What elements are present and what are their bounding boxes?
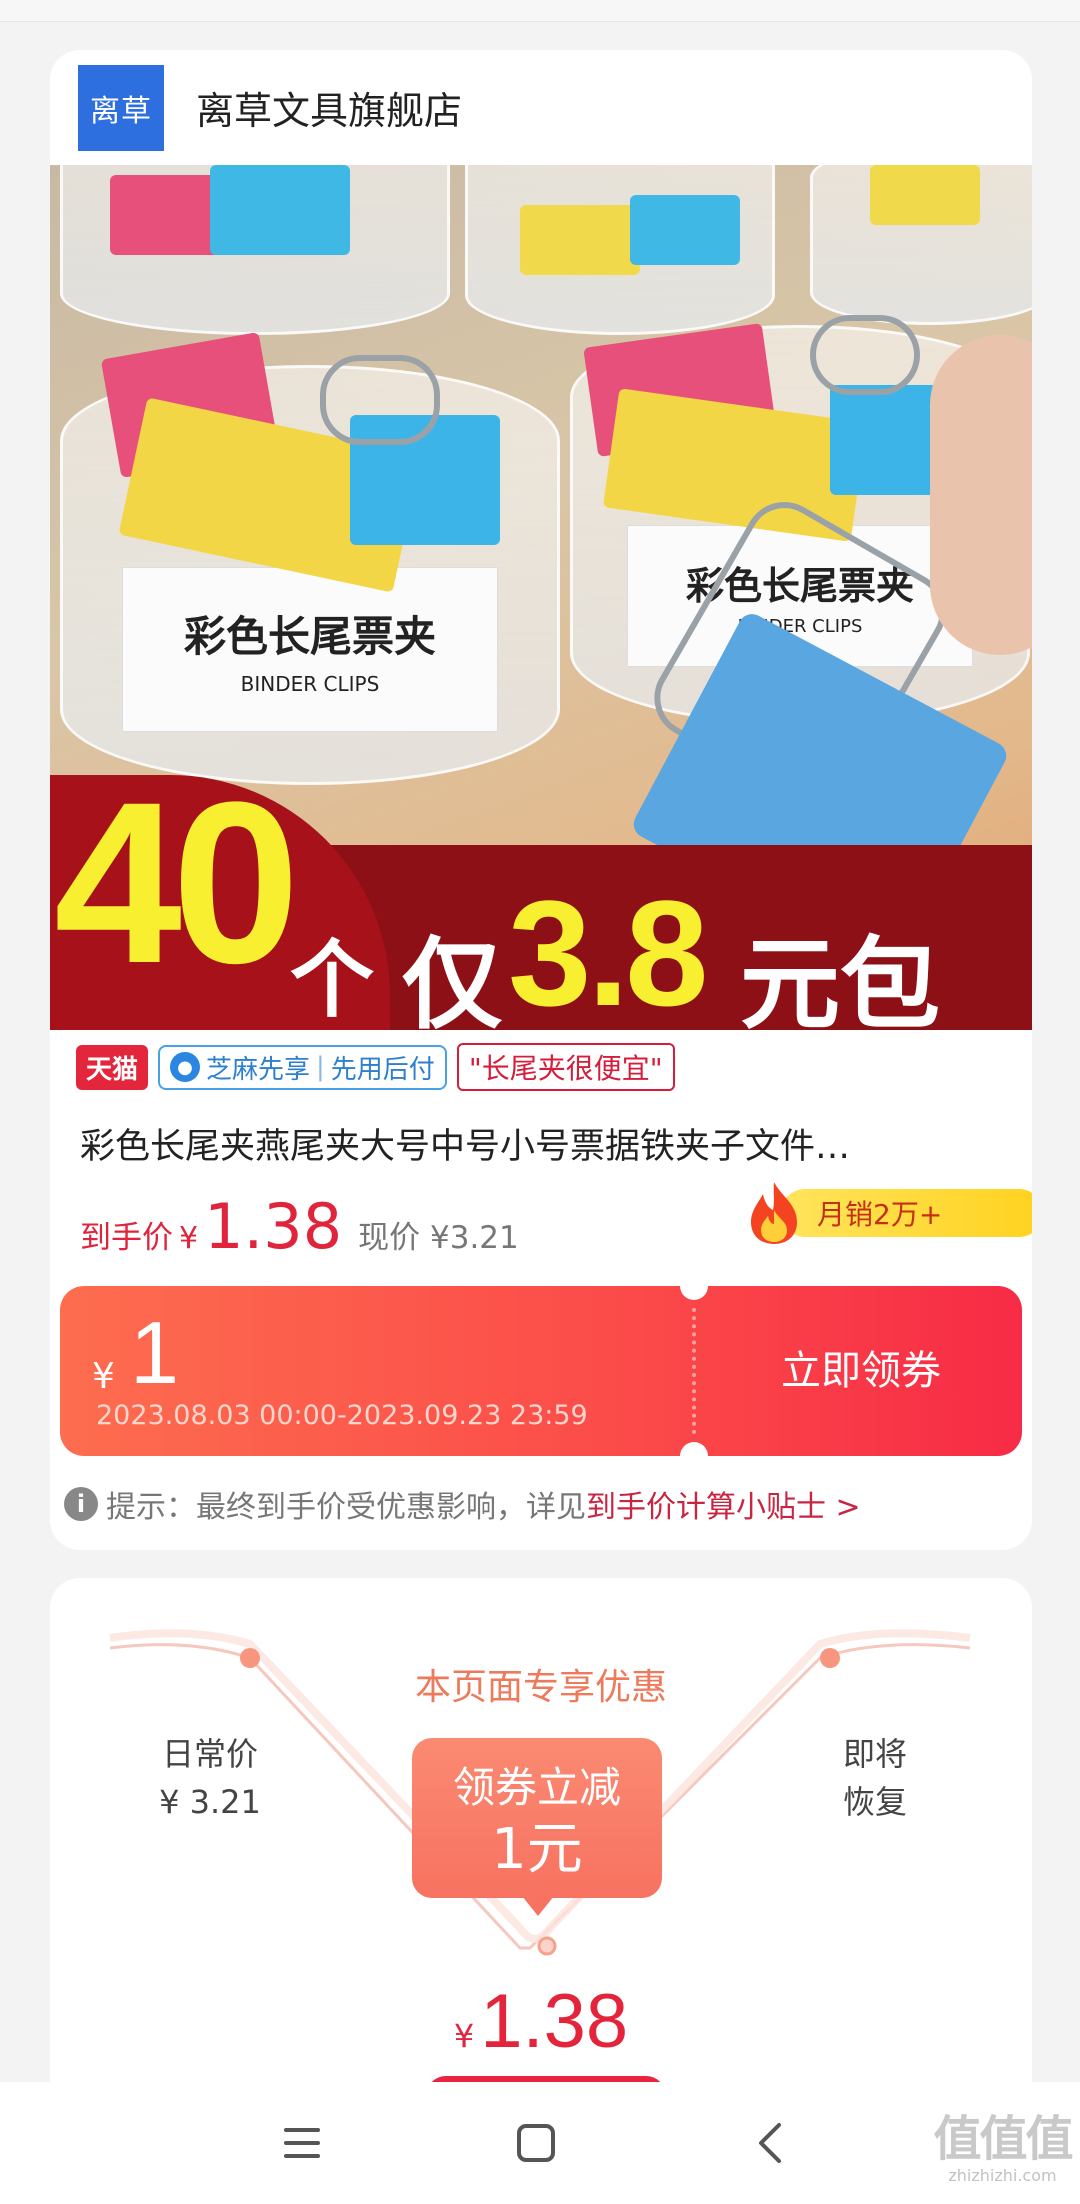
monthly-sales-badge: 月销2万+ [745, 1180, 1032, 1246]
tip-text: 提示：最终到手价受优惠影响，详见 [106, 1490, 586, 1525]
bubble-line2: 1元 [491, 1817, 583, 1882]
offer-price-value: 1.38 [480, 1979, 629, 2064]
monthly-sales-text: 月销2万+ [781, 1189, 1032, 1237]
regular-price-block: 日常价 ¥ 3.21 [145, 1730, 275, 1826]
clip-blue [210, 165, 350, 255]
tmall-badge: 天猫 [76, 1044, 149, 1090]
restore-line1: 即将 [842, 1735, 907, 1773]
coupon-divider [692, 1308, 696, 1434]
zhima-badge[interactable]: ● 芝麻先享 | 先用后付 [158, 1044, 447, 1090]
coupon-amount: 1 [130, 1303, 179, 1402]
offer-price-currency: ¥ [453, 2017, 475, 2055]
promo-suffix: 元包邮 [740, 926, 940, 1030]
finger [930, 335, 1032, 655]
promo-price: 3.8 [508, 869, 709, 1030]
clip-yellow [520, 205, 640, 275]
zhima-divider: | [316, 1052, 325, 1082]
product-card: 离草 离草文具旗舰店 彩色长尾票夹 BINDER CLIPS 彩色长尾票夹 BI… [50, 50, 1032, 1550]
clip-wire [320, 355, 440, 445]
final-price-currency: ¥ [179, 1221, 199, 1256]
flame-icon [751, 1182, 797, 1244]
coupon-card[interactable]: ¥ 1 2023.08.03 00:00-2023.09.23 23:59 立即… [60, 1286, 1022, 1456]
regular-price-value: ¥ 3.21 [159, 1783, 261, 1821]
product-banner-image[interactable]: 彩色长尾票夹 BINDER CLIPS 彩色长尾票夹 BINDER CLIPS … [50, 165, 1032, 1030]
jar-label-en: BINDER CLIPS [240, 672, 380, 697]
product-title[interactable]: 彩色长尾夹燕尾夹大号中号小号票据铁夹子文件… [80, 1118, 1010, 1169]
back-icon [759, 2123, 781, 2163]
watermark-url: zhizhizhi.com [948, 2166, 1057, 2185]
menu-icon [284, 2128, 320, 2158]
promo-unit: 个 [290, 931, 375, 1029]
clip-yellow [870, 165, 980, 225]
promo-only: 仅 [402, 926, 502, 1030]
promo-count: 40 [54, 754, 300, 1011]
coupon-validity: 2023.08.03 00:00-2023.09.23 23:59 [96, 1400, 588, 1431]
store-header[interactable]: 离草 离草文具旗舰店 [50, 50, 1032, 165]
claim-coupon-button[interactable]: 立即领券 [736, 1338, 986, 1396]
home-square-icon [517, 2124, 555, 2162]
home-button[interactable] [486, 2082, 586, 2204]
store-name[interactable]: 离草文具旗舰店 [196, 80, 462, 135]
price-row: 到手价 ¥ 1.38 现价 ¥3.21 [80, 1190, 519, 1263]
tag-row: 天猫 ● 芝麻先享 | 先用后付 "长尾夹很便宜" [76, 1043, 675, 1091]
menu-button[interactable] [252, 2082, 352, 2204]
jar-label-cn: 彩色长尾票夹 [183, 612, 436, 662]
info-icon: i [64, 1487, 98, 1521]
coupon-currency: ¥ [92, 1356, 115, 1397]
final-price-value: 1.38 [204, 1190, 343, 1263]
status-strip [0, 0, 1080, 22]
pay-later-label: 先用后付 [330, 1054, 435, 1085]
clip-wire [810, 315, 920, 395]
review-quote-badge[interactable]: "长尾夹很便宜" [456, 1043, 675, 1091]
watermark-logo: 值值值 [933, 2111, 1073, 2167]
center-dot [537, 1936, 557, 1956]
jar-label: 彩色长尾票夹 BINDER CLIPS [122, 566, 498, 733]
system-navigation-bar [0, 2082, 1080, 2204]
coupon-discount-bubble: 领券立减 1元 [412, 1738, 662, 1916]
store-logo[interactable]: 离草 [78, 64, 164, 151]
exclusive-offer-title: 本页面专享优惠 [414, 1667, 667, 1708]
coupon-notch-bottom [680, 1442, 708, 1456]
price-tip: i 提示：最终到手价受优惠影响，详见 到手价计算小贴士 > [64, 1482, 861, 1526]
final-price-label: 到手价 [80, 1220, 173, 1256]
bubble-tail [522, 1896, 554, 1916]
coupon-notch-top [680, 1286, 708, 1300]
back-button[interactable] [720, 2082, 820, 2204]
restore-block: 即将 恢复 [810, 1730, 940, 1826]
zhima-label: 芝麻先享 [206, 1054, 311, 1085]
regular-price-label: 日常价 [161, 1735, 258, 1773]
restore-line2: 恢复 [842, 1783, 907, 1821]
bubble-line1: 领券立减 [452, 1763, 621, 1812]
site-watermark: 值值值 zhizhizhi.com [930, 2112, 1075, 2185]
current-price: 现价 ¥3.21 [358, 1220, 519, 1256]
price-calc-tips-link[interactable]: 到手价计算小贴士 > [586, 1482, 861, 1526]
zhima-drop-icon: ● [170, 1052, 201, 1082]
offer-price: ¥ 1.38 [50, 1978, 1032, 2065]
clip-blue [630, 195, 740, 265]
